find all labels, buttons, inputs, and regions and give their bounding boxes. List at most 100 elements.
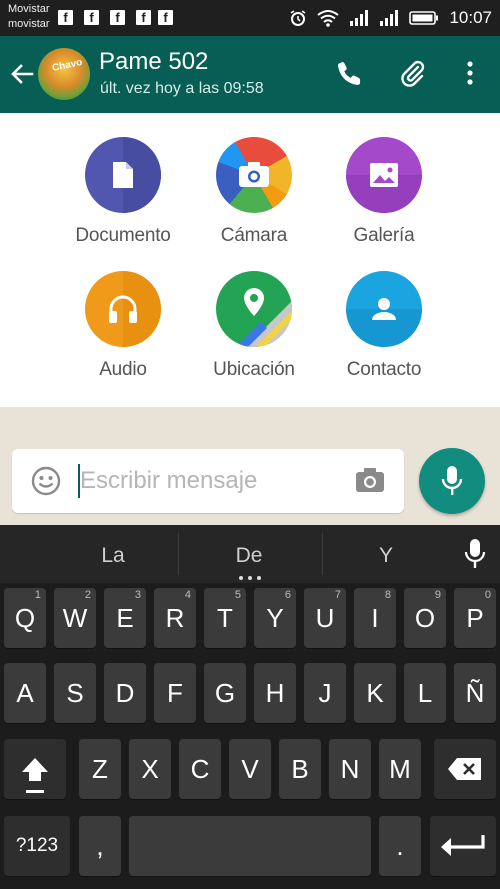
key-label: W <box>62 603 88 633</box>
key-c[interactable]: C <box>179 739 221 799</box>
key-i[interactable]: I8 <box>354 588 396 648</box>
emoji-icon[interactable] <box>30 465 62 497</box>
key-b[interactable]: B <box>279 739 321 799</box>
facebook-icon: f <box>110 10 125 25</box>
key-e[interactable]: E3 <box>104 588 146 648</box>
attach-gallery-label: Galería <box>353 225 415 246</box>
voice-record-button[interactable] <box>419 448 485 514</box>
facebook-icon: f <box>84 10 99 25</box>
suggestion-3[interactable]: Y <box>343 544 429 568</box>
suggestion-divider <box>322 533 323 575</box>
backspace-icon <box>448 758 481 780</box>
key-y[interactable]: Y6 <box>254 588 296 648</box>
avatar[interactable]: Chavo <box>38 48 90 100</box>
attach-location-button[interactable]: Ubicación <box>189 271 319 381</box>
key-hint: 3 <box>134 589 141 601</box>
last-seen-status: últ. vez hoy a las 09:58 <box>100 80 264 97</box>
key-j[interactable]: J <box>304 663 346 723</box>
attach-contact-label: Contacto <box>346 359 422 380</box>
key-hint: 7 <box>334 589 341 601</box>
key-label: I <box>371 603 379 633</box>
key-g[interactable]: G <box>204 663 246 723</box>
attach-clip-icon[interactable] <box>398 58 428 88</box>
space-bar[interactable] <box>129 816 371 876</box>
message-input[interactable] <box>80 463 340 499</box>
headphones-icon <box>85 271 161 347</box>
attach-contact-button[interactable]: Contacto <box>319 271 449 381</box>
status-bar: Movistar movistar f f f f f 10:07 <box>0 0 500 36</box>
shift-arrow-icon <box>22 758 48 781</box>
key-label: P <box>466 603 484 633</box>
carrier-1: Movistar <box>8 3 50 15</box>
key-r[interactable]: R4 <box>154 588 196 648</box>
key-p[interactable]: P0 <box>454 588 496 648</box>
avatar-text: Chavo <box>51 56 84 75</box>
key-hint: 5 <box>234 589 241 601</box>
soft-keyboard: La De Y Q1 W2 E3 R4 T5 Y6 U7 I8 O9 P0 A … <box>0 525 500 889</box>
shift-key[interactable] <box>4 739 66 799</box>
key-label: U <box>315 603 335 633</box>
attach-location-label: Ubicación <box>213 359 295 380</box>
attachment-panel: Documento Cámara Galería Audio Ubicación… <box>0 113 500 407</box>
attach-camera-label: Cámara <box>220 225 288 246</box>
key-f[interactable]: F <box>154 663 196 723</box>
period-key[interactable]: . <box>379 816 421 876</box>
status-icons: 10:07 <box>289 8 492 28</box>
attach-audio-button[interactable]: Audio <box>58 271 188 381</box>
overflow-menu-icon[interactable] <box>455 58 485 88</box>
clock: 10:07 <box>449 8 492 27</box>
key-m[interactable]: M <box>379 739 421 799</box>
backspace-key[interactable] <box>434 739 496 799</box>
suggestion-divider <box>178 533 179 575</box>
camera-icon[interactable] <box>355 467 385 495</box>
key-q[interactable]: Q1 <box>4 588 46 648</box>
wifi-icon <box>317 10 340 27</box>
key-hint: 2 <box>84 589 91 601</box>
location-icon <box>216 271 292 347</box>
key-hint: 6 <box>284 589 291 601</box>
key-k[interactable]: K <box>354 663 396 723</box>
carrier-names: Movistar movistar <box>8 2 50 32</box>
suggestion-1[interactable]: La <box>70 544 156 568</box>
symbols-key[interactable]: ?123 <box>4 816 70 876</box>
attach-gallery-button[interactable]: Galería <box>319 137 449 247</box>
key-w[interactable]: W2 <box>54 588 96 648</box>
enter-key[interactable] <box>430 816 496 876</box>
more-suggestions-icon[interactable] <box>238 575 262 581</box>
suggestion-bar: La De Y <box>0 525 500 583</box>
key-z[interactable]: Z <box>79 739 121 799</box>
key-u[interactable]: U7 <box>304 588 346 648</box>
key-hint: 8 <box>384 589 391 601</box>
key-s[interactable]: S <box>54 663 96 723</box>
back-arrow-icon[interactable] <box>8 60 36 88</box>
key-hint: 9 <box>434 589 441 601</box>
microphone-icon <box>441 466 463 495</box>
key-a[interactable]: A <box>4 663 46 723</box>
attach-camera-button[interactable]: Cámara <box>189 137 319 247</box>
key-n[interactable]: N <box>329 739 371 799</box>
key-h[interactable]: H <box>254 663 296 723</box>
key-label: Y <box>266 603 284 633</box>
key-v[interactable]: V <box>229 739 271 799</box>
key-l[interactable]: L <box>404 663 446 723</box>
shift-indicator <box>26 790 44 793</box>
attach-audio-label: Audio <box>99 359 147 380</box>
key-hint: 1 <box>34 589 41 601</box>
key-x[interactable]: X <box>129 739 171 799</box>
key-n-tilde[interactable]: Ñ <box>454 663 496 723</box>
key-t[interactable]: T5 <box>204 588 246 648</box>
key-o[interactable]: O9 <box>404 588 446 648</box>
suggestion-2[interactable]: De <box>206 544 292 568</box>
key-hint: 0 <box>484 589 491 601</box>
document-icon <box>85 137 161 213</box>
voice-input-icon[interactable] <box>464 538 486 570</box>
attach-document-button[interactable]: Documento <box>58 137 188 247</box>
key-label: T <box>217 603 233 633</box>
contact-name[interactable]: Pame 502 <box>99 48 208 76</box>
comma-key[interactable]: , <box>79 816 121 876</box>
facebook-icon: f <box>136 10 151 25</box>
key-d[interactable]: D <box>104 663 146 723</box>
chat-background <box>0 407 500 525</box>
message-composer <box>12 449 404 513</box>
phone-call-icon[interactable] <box>335 58 365 88</box>
